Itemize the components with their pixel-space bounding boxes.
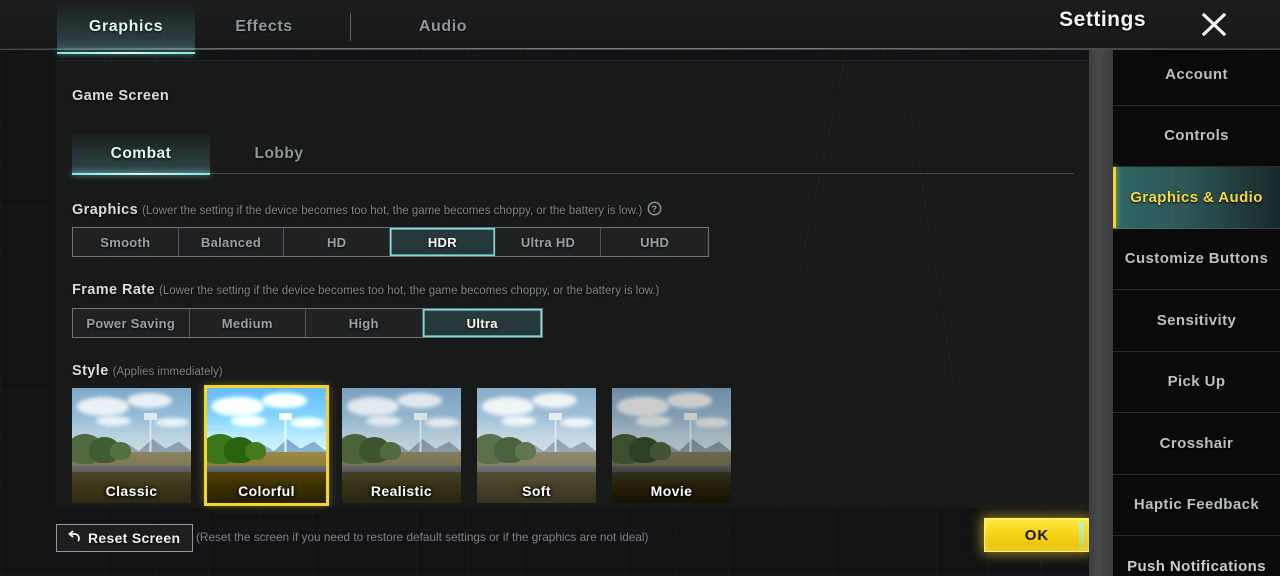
svg-text:?: ? [652, 204, 658, 214]
graphics-option-balanced[interactable]: Balanced [179, 228, 285, 256]
style-card-realistic[interactable]: Realistic [342, 388, 461, 503]
ok-button-label: OK [1024, 526, 1050, 544]
reset-screen-button[interactable]: Reset Screen [56, 524, 194, 552]
undo-arrow-icon [66, 529, 82, 547]
tab-effects[interactable]: Effects [195, 4, 333, 50]
help-circle-icon[interactable]: ? [647, 201, 662, 220]
frame-rate-option-ultra-label: Ultra [466, 315, 498, 331]
sidebar-item-haptic-feedback[interactable]: Haptic Feedback [1113, 475, 1280, 536]
style-label-text: Style [72, 363, 109, 379]
style-thumbnail-list: Classic Colorful Realistic Soft Movie [72, 388, 731, 503]
graphics-option-uhd[interactable]: UHD [601, 228, 708, 256]
graphics-option-balanced-label: Balanced [200, 234, 262, 250]
style-thumbnail-image [342, 388, 461, 503]
graphics-hint: (Lower the setting if the device becomes… [142, 205, 643, 217]
graphics-option-hdr[interactable]: HDR [390, 228, 496, 256]
sidebar-item-label: Controls [1164, 127, 1229, 145]
sidebar-item-crosshair[interactable]: Crosshair [1113, 413, 1280, 475]
graphics-quality-options: Smooth Balanced HD HDR Ultra HD UHD [72, 227, 709, 257]
sidebar-item-pick-up[interactable]: Pick Up [1113, 352, 1280, 413]
frame-rate-option-power-saving[interactable]: Power Saving [73, 309, 190, 337]
frame-rate-hint: (Lower the setting if the device becomes… [158, 285, 660, 297]
style-thumbnail-image [207, 388, 326, 503]
settings-screen: Graphics Effects Audio Settings Game Scr… [0, 0, 1280, 576]
sidebar-item-label: Push Notifications [1127, 557, 1266, 575]
bottom-action-bar: Reset Screen (Reset the screen if you ne… [0, 508, 1091, 576]
sidebar-item-label: Sensitivity [1156, 311, 1237, 329]
top-tabs: Graphics Effects Audio [57, 4, 518, 54]
subtab-combat-label: Combat [110, 145, 172, 162]
style-thumbnail-image [477, 388, 596, 503]
tab-effects-label: Effects [235, 18, 293, 35]
frame-rate-option-high[interactable]: High [306, 309, 423, 337]
frame-rate-option-ultra[interactable]: Ultra [422, 309, 542, 337]
top-bar-underline [0, 48, 1280, 49]
reset-screen-label: Reset Screen [88, 530, 181, 546]
close-icon[interactable] [1196, 7, 1232, 41]
frame-rate-option-high-label: High [348, 315, 379, 331]
graphics-option-hd[interactable]: HD [284, 228, 391, 256]
subtab-lobby[interactable]: Lobby [210, 134, 348, 174]
style-card-colorful[interactable]: Colorful [207, 388, 326, 503]
tab-graphics[interactable]: Graphics [57, 4, 195, 54]
reset-screen-hint: (Reset the screen if you need to restore… [196, 530, 649, 544]
frame-rate-option-medium-label: Medium [221, 315, 273, 331]
settings-sidebar: Account Controls Graphics & Audio Custom… [1113, 44, 1280, 576]
frame-rate-option-power-saving-label: Power Saving [86, 315, 176, 331]
tab-divider [350, 13, 351, 41]
graphics-option-hd-label: HD [326, 234, 347, 250]
style-card-soft[interactable]: Soft [477, 388, 596, 503]
sidebar-item-label: Graphics & Audio [1130, 188, 1263, 206]
subtab-combat[interactable]: Combat [72, 134, 210, 175]
frame-rate-option-medium[interactable]: Medium [190, 309, 306, 337]
sidebar-item-account[interactable]: Account [1113, 44, 1280, 106]
graphics-option-smooth[interactable]: Smooth [73, 228, 179, 256]
frame-rate-label-text: Frame Rate [72, 282, 155, 298]
sidebar-item-controls[interactable]: Controls [1113, 106, 1280, 167]
sidebar-item-label: Account [1165, 65, 1228, 83]
graphics-option-hdr-label: HDR [427, 234, 457, 250]
sidebar-item-sensitivity[interactable]: Sensitivity [1113, 290, 1280, 352]
game-screen-subtabs: Combat Lobby [72, 134, 1074, 175]
tab-audio-label: Audio [418, 18, 468, 35]
subtab-lobby-label: Lobby [254, 145, 304, 162]
sidebar-item-label: Haptic Feedback [1133, 496, 1260, 514]
style-section-label: Style (Applies immediately) [72, 363, 223, 379]
graphics-label-text: Graphics [72, 202, 139, 218]
sidebar-item-push-notifications[interactable]: Push Notifications [1113, 536, 1280, 576]
tab-audio[interactable]: Audio [368, 4, 518, 50]
graphics-settings-panel: Game Screen Combat Lobby Graphics (Lower … [55, 60, 1091, 508]
sidebar-item-label: Crosshair [1159, 434, 1234, 452]
frame-rate-section-label: Frame Rate (Lower the setting if the devi… [72, 282, 659, 298]
style-thumbnail-image [72, 388, 191, 503]
graphics-option-ultra-hd[interactable]: Ultra HD [496, 228, 602, 256]
graphics-section-label: Graphics (Lower the setting if the device… [72, 201, 662, 220]
sidebar-item-customize-buttons[interactable]: Customize Buttons [1113, 229, 1280, 290]
graphics-option-uhd-label: UHD [640, 234, 670, 250]
sidebar-scrollbar[interactable] [1089, 44, 1113, 576]
style-hint: (Applies immediately) [112, 366, 223, 378]
ok-button[interactable]: OK [984, 518, 1090, 552]
graphics-option-ultra-hd-label: Ultra HD [520, 234, 576, 250]
graphics-option-smooth-label: Smooth [100, 234, 151, 250]
style-card-classic[interactable]: Classic [72, 388, 191, 503]
panel-top-edge [55, 60, 1091, 61]
sidebar-item-label: Pick Up [1167, 373, 1226, 391]
page-title: Settings [1059, 8, 1146, 31]
tab-graphics-label: Graphics [88, 18, 164, 35]
frame-rate-options: Power Saving Medium High Ultra [72, 308, 543, 338]
game-screen-label: Game Screen [72, 88, 170, 104]
sidebar-item-label: Customize Buttons [1124, 250, 1269, 268]
style-thumbnail-image [612, 388, 731, 503]
style-card-movie[interactable]: Movie [612, 388, 731, 503]
sidebar-item-graphics-audio[interactable]: Graphics & Audio [1113, 167, 1280, 229]
